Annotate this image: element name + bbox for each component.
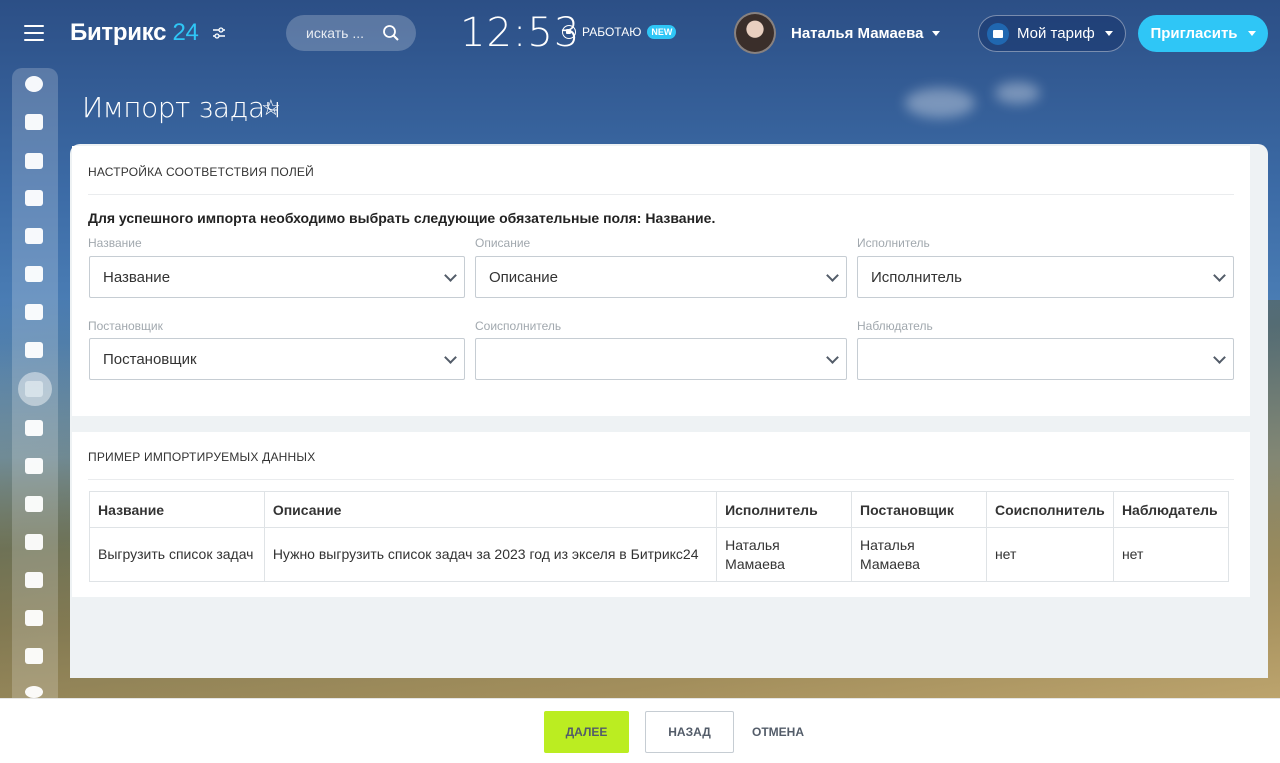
select-description[interactable]: Описание: [475, 256, 847, 298]
chevron-down-icon: [444, 269, 457, 282]
employees-icon[interactable]: [25, 342, 43, 358]
select-title[interactable]: Название: [89, 256, 465, 298]
divider: [88, 194, 1234, 195]
column-header: Соисполнитель: [985, 491, 1114, 528]
briefcase-icon: [987, 22, 1009, 45]
field-label: Название: [88, 236, 142, 250]
tasks-icon[interactable]: [25, 381, 43, 397]
select-creator[interactable]: Постановщик: [89, 338, 465, 380]
import-preview-section: ПРИМЕР ИМПОРТИРУЕМЫХ ДАННЫХ Название Опи…: [72, 432, 1250, 597]
invite-button[interactable]: Пригласить: [1138, 15, 1268, 52]
contact-card-icon[interactable]: [25, 648, 43, 664]
select-value: Описание: [489, 268, 559, 286]
new-badge: NEW: [647, 25, 677, 39]
chevron-down-icon: [444, 351, 457, 364]
table-cell: нет: [985, 527, 1114, 582]
preview-table: Название Описание Исполнитель Постановщи…: [89, 491, 1230, 582]
drive-icon[interactable]: [25, 266, 43, 282]
table-cell: Нужно выгрузить список задач за 2023 год…: [263, 527, 718, 582]
cancel-button[interactable]: ОТМЕНА: [752, 725, 804, 739]
analytics-icon[interactable]: [25, 610, 43, 626]
chevron-down-icon: [1247, 31, 1256, 36]
chevron-down-icon: [826, 269, 839, 282]
edit-doc-icon[interactable]: [25, 534, 43, 550]
news-icon[interactable]: [25, 114, 43, 130]
select-observer[interactable]: [857, 338, 1234, 380]
footer-bar: ДАЛЕЕ НАЗАД ОТМЕНА: [0, 698, 1280, 763]
calendar-icon[interactable]: [25, 190, 43, 206]
field-label: Постановщик: [88, 319, 163, 333]
table-cell: Наталья Мамаева: [851, 527, 987, 582]
back-button[interactable]: НАЗАД: [645, 711, 734, 753]
select-value: Постановщик: [103, 350, 197, 368]
document-icon[interactable]: [25, 228, 43, 244]
chevron-down-icon: [1213, 269, 1226, 282]
background-cloud: [905, 88, 975, 118]
user-name: Наталья Мамаева: [791, 25, 924, 42]
record-icon: [562, 25, 576, 39]
table-row: Выгрузить список задач Нужно выгрузить с…: [89, 527, 1230, 582]
select-value: Исполнитель: [871, 268, 962, 286]
search-box[interactable]: [286, 15, 416, 51]
cart-icon[interactable]: [25, 496, 43, 512]
column-header: Описание: [263, 491, 718, 528]
menu-burger-icon[interactable]: [24, 25, 44, 41]
column-header: Исполнитель: [716, 491, 853, 528]
column-header: Постановщик: [851, 491, 987, 528]
user-menu[interactable]: Наталья Мамаева: [791, 25, 940, 42]
bank-icon[interactable]: [25, 458, 43, 474]
chevron-down-icon: [1104, 31, 1113, 36]
chevron-down-icon: [826, 351, 839, 364]
tariff-label: Мой тариф: [1017, 25, 1095, 42]
invite-label: Пригласить: [1150, 25, 1238, 42]
section-title: НАСТРОЙКА СООТВЕТСТВИЯ ПОЛЕЙ: [88, 165, 314, 179]
work-status[interactable]: РАБОТАЮ NEW: [562, 25, 677, 39]
select-coassignee[interactable]: [475, 338, 847, 380]
field-label: Наблюдатель: [857, 319, 933, 333]
tariff-button[interactable]: Мой тариф: [978, 15, 1126, 52]
mail-icon[interactable]: [25, 304, 43, 320]
crm-filter-icon[interactable]: [25, 420, 43, 436]
select-assignee[interactable]: Исполнитель: [857, 256, 1234, 298]
page-title: Импорт задач: [82, 91, 281, 124]
logo[interactable]: Битрикс 24: [70, 19, 199, 47]
search-icon[interactable]: [382, 24, 400, 42]
required-fields-note: Для успешного импорта необходимо выбрать…: [88, 210, 716, 226]
avatar[interactable]: [734, 12, 776, 54]
chevron-down-icon: [931, 31, 940, 36]
activity-stream-icon[interactable]: [25, 76, 43, 92]
column-header: Наблюдатель: [1112, 491, 1230, 528]
field-label: Соисполнитель: [475, 319, 562, 333]
table-header-row: Название Описание Исполнитель Постановщи…: [89, 491, 1230, 528]
column-header: Название: [89, 491, 265, 528]
table-cell: Наталья Мамаева: [716, 527, 853, 582]
field-label: Описание: [475, 236, 531, 250]
field-mapping-section: НАСТРОЙКА СООТВЕТСТВИЯ ПОЛЕЙ Для успешно…: [72, 146, 1250, 416]
next-button[interactable]: ДАЛЕЕ: [544, 711, 629, 753]
work-status-label: РАБОТАЮ: [582, 25, 642, 39]
table-cell: Выгрузить список задач: [89, 527, 265, 582]
chat-icon[interactable]: [25, 153, 43, 169]
settings-sliders-icon[interactable]: [212, 26, 226, 40]
divider: [88, 479, 1234, 480]
top-header: Битрикс 24 12:53 РАБОТАЮ NEW Наталья Мам…: [0, 0, 1280, 66]
search-input[interactable]: [306, 25, 381, 41]
background-cloud: [995, 82, 1040, 104]
table-cell: нет: [1112, 527, 1230, 582]
field-label: Исполнитель: [857, 236, 930, 250]
signature-icon[interactable]: [25, 572, 43, 588]
chevron-down-icon: [1213, 351, 1226, 364]
select-value: Название: [103, 268, 171, 286]
star-icon[interactable]: ☆: [261, 95, 281, 121]
section-title: ПРИМЕР ИМПОРТИРУЕМЫХ ДАННЫХ: [88, 450, 316, 464]
robot-icon[interactable]: [25, 686, 43, 698]
